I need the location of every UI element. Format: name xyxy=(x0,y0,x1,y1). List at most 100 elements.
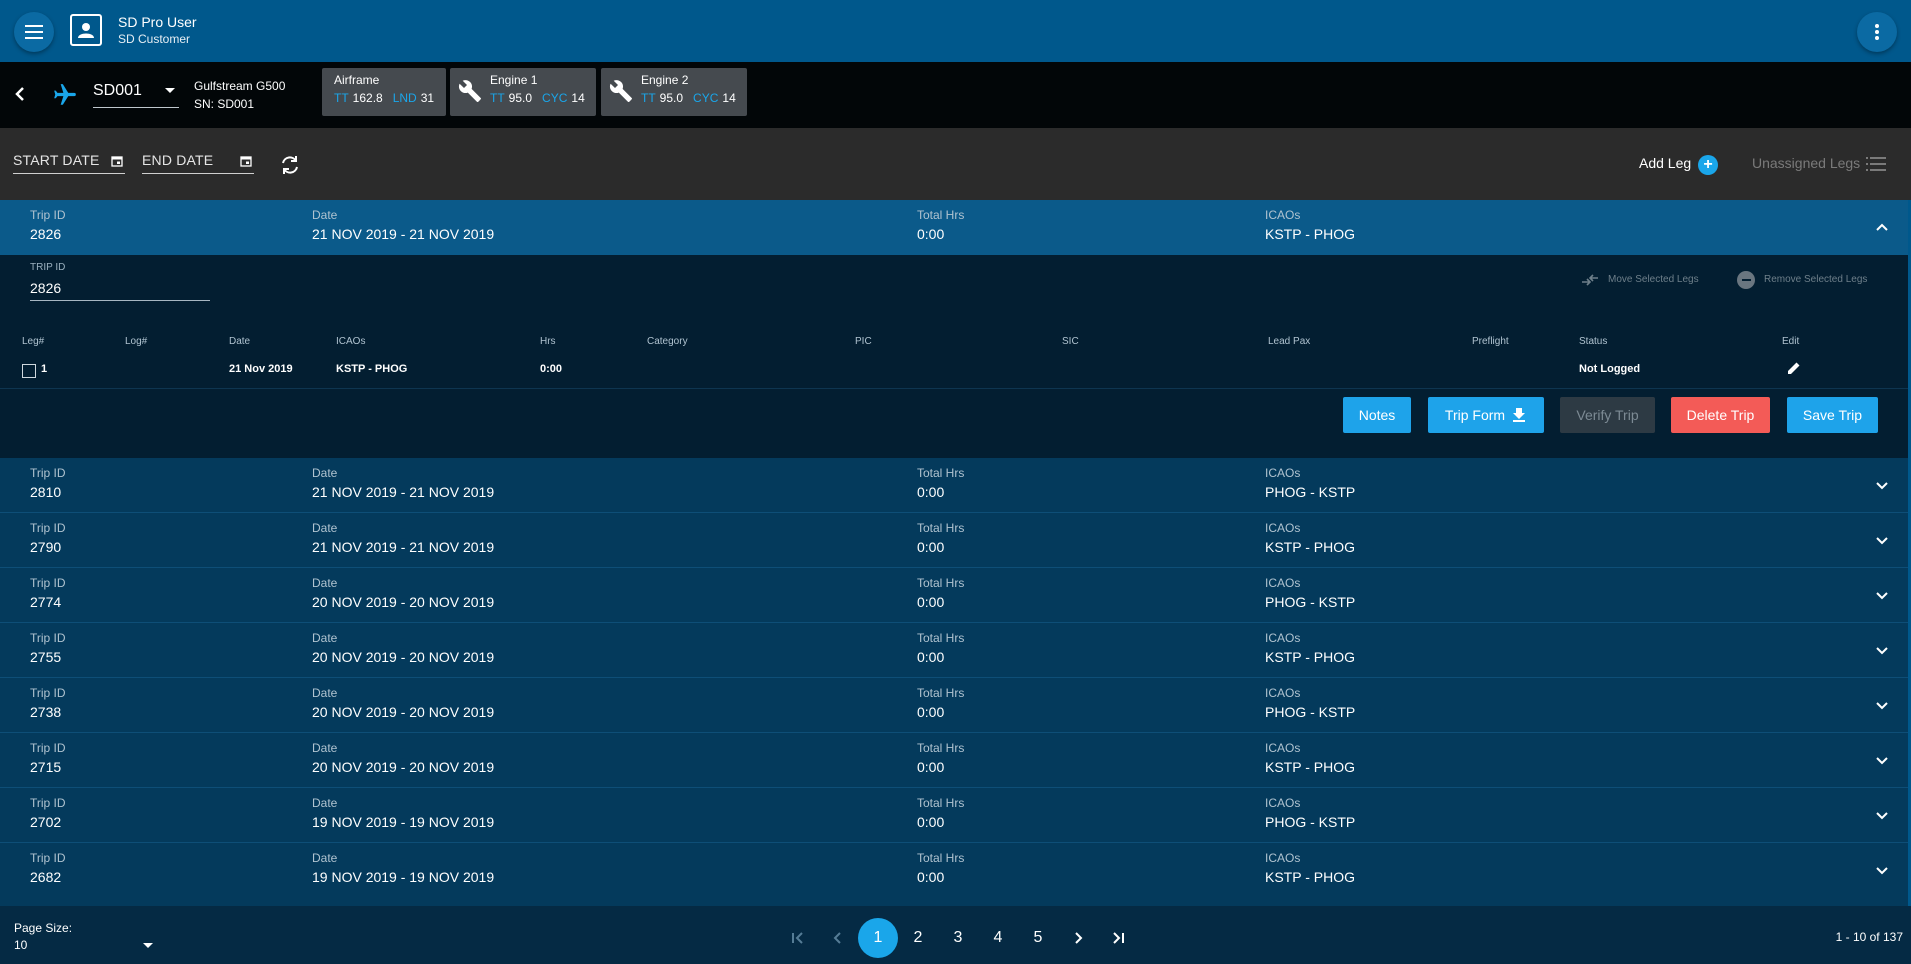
trip-id-label: Trip ID xyxy=(30,741,66,755)
chevron-down-icon[interactable] xyxy=(1875,533,1889,547)
airframe-lnd: 31 xyxy=(420,91,435,105)
page-range: 1 - 10 of 137 xyxy=(1835,930,1903,944)
trip-row[interactable]: Trip ID 2810 Date 21 NOV 2019 - 21 NOV 2… xyxy=(0,458,1911,513)
engine2-cyc: 14 xyxy=(722,91,736,105)
icaos-label: ICAOs xyxy=(1265,576,1301,590)
leg-number: 1 xyxy=(41,363,48,375)
end-date-field[interactable]: END DATE xyxy=(142,152,254,174)
trip-date: 20 NOV 2019 - 20 NOV 2019 xyxy=(312,649,495,665)
list-icon[interactable] xyxy=(1866,156,1886,172)
back-icon[interactable] xyxy=(10,84,30,104)
move-selected-legs-button[interactable]: Move Selected Legs xyxy=(1608,274,1699,285)
page-button[interactable]: 4 xyxy=(985,926,1011,950)
trip-row[interactable]: Trip ID 2715 Date 20 NOV 2019 - 20 NOV 2… xyxy=(0,733,1911,788)
app-bar xyxy=(0,0,1911,62)
date-label: Date xyxy=(312,851,338,865)
trip-date: 21 NOV 2019 - 21 NOV 2019 xyxy=(312,484,495,500)
remove-selected-legs-button[interactable]: Remove Selected Legs xyxy=(1764,274,1867,285)
chevron-up-icon[interactable] xyxy=(1875,220,1889,234)
start-date-field[interactable]: START DATE xyxy=(13,152,125,174)
edit-icon[interactable] xyxy=(1786,360,1802,376)
remove-circle-icon[interactable] xyxy=(1737,271,1755,289)
engine2-card[interactable]: Engine 2 TT 95.0 CYC 14 xyxy=(601,68,747,116)
aircraft-serial: SN: SD001 xyxy=(194,97,255,111)
total-hrs-label: Total Hrs xyxy=(917,796,965,810)
trip-date: 19 NOV 2019 - 19 NOV 2019 xyxy=(312,814,495,830)
page-button-active[interactable]: 1 xyxy=(858,918,898,958)
log-header: Log# xyxy=(125,336,148,347)
chevron-down-icon[interactable] xyxy=(1875,643,1889,657)
chevron-down-icon[interactable] xyxy=(1875,478,1889,492)
more-vert-icon xyxy=(1875,24,1879,40)
airframe-tt: 162.8 xyxy=(352,91,383,105)
icaos-label: ICAOs xyxy=(1265,796,1301,810)
trip-id-input[interactable]: 2826 xyxy=(30,277,210,301)
page-button[interactable]: 2 xyxy=(905,926,931,950)
trip-id: 2715 xyxy=(30,759,62,775)
refresh-icon[interactable] xyxy=(278,153,302,177)
trip-id: 2826 xyxy=(30,226,62,242)
trip-hrs: 0:00 xyxy=(917,594,945,610)
delete-label: Delete Trip xyxy=(1686,407,1755,423)
delete-trip-button[interactable]: Delete Trip xyxy=(1671,397,1770,433)
chevron-down-icon[interactable] xyxy=(1875,863,1889,877)
chevron-down-icon[interactable] xyxy=(1875,753,1889,767)
divider xyxy=(0,388,1911,389)
chevron-down-icon[interactable] xyxy=(1875,698,1889,712)
first-page-icon xyxy=(792,932,803,944)
chevron-down-icon[interactable] xyxy=(1875,808,1889,822)
leg-header: Leg# xyxy=(22,336,45,347)
trip-row[interactable]: Trip ID 2755 Date 20 NOV 2019 - 20 NOV 2… xyxy=(0,623,1911,678)
trip-hrs: 0:00 xyxy=(917,649,945,665)
trip-icaos: KSTP - PHOG xyxy=(1265,869,1355,885)
trip-row[interactable]: Trip ID 2738 Date 20 NOV 2019 - 20 NOV 2… xyxy=(0,678,1911,733)
trip-icaos: PHOG - KSTP xyxy=(1265,704,1356,720)
trip-row[interactable]: Trip ID 2774 Date 20 NOV 2019 - 20 NOV 2… xyxy=(0,568,1911,623)
leg-checkbox[interactable] xyxy=(22,364,36,378)
trip-row[interactable]: Trip ID 2790 Date 21 NOV 2019 - 21 NOV 2… xyxy=(0,513,1911,568)
page-size-select[interactable]: 10 xyxy=(14,938,154,956)
engine1-card[interactable]: Engine 1 TT 95.0 CYC 14 xyxy=(450,68,596,116)
user-avatar[interactable] xyxy=(70,14,102,46)
trip-row[interactable]: Trip ID 2826 Date 21 NOV 2019 - 21 NOV 2… xyxy=(0,200,1911,255)
calendar-icon[interactable] xyxy=(111,155,123,167)
aircraft-model: Gulfstream G500 xyxy=(194,79,286,93)
trip-date: 21 NOV 2019 - 21 NOV 2019 xyxy=(312,539,495,555)
notes-button[interactable]: Notes xyxy=(1343,397,1411,433)
trip-row[interactable]: Trip ID 2702 Date 19 NOV 2019 - 19 NOV 2… xyxy=(0,788,1911,843)
notes-label: Notes xyxy=(1358,407,1396,423)
icaos-label: ICAOs xyxy=(1265,851,1301,865)
trip-date: 20 NOV 2019 - 20 NOV 2019 xyxy=(312,594,495,610)
total-hrs-label: Total Hrs xyxy=(917,521,965,535)
trip-id-label: Trip ID xyxy=(30,686,66,700)
cyc-label: CYC xyxy=(542,91,568,105)
trip-hrs: 0:00 xyxy=(917,869,945,885)
date-label: Date xyxy=(312,466,338,480)
more-button[interactable] xyxy=(1857,12,1897,52)
save-trip-button[interactable]: Save Trip xyxy=(1787,397,1878,433)
verify-trip-button[interactable]: Verify Trip xyxy=(1560,397,1655,433)
airframe-card[interactable]: Airframe TT 162.8 LND 31 xyxy=(322,68,446,116)
last-page-button[interactable] xyxy=(1106,926,1130,950)
prev-page-button[interactable] xyxy=(826,926,850,950)
add-circle-icon[interactable]: + xyxy=(1698,155,1718,175)
page-button[interactable]: 5 xyxy=(1025,926,1051,950)
cyc-label: CYC xyxy=(693,91,719,105)
trip-hrs: 0:00 xyxy=(917,539,945,555)
aircraft-select[interactable]: SD001 xyxy=(93,80,179,108)
move-icon[interactable] xyxy=(1580,273,1600,287)
add-leg-button[interactable]: Add Leg xyxy=(1639,155,1691,171)
first-page-button[interactable] xyxy=(786,926,810,950)
date-header: Date xyxy=(229,336,251,347)
leg-icaos: KSTP - PHOG xyxy=(336,363,408,375)
calendar-icon[interactable] xyxy=(240,155,252,167)
last-page-icon xyxy=(1113,932,1124,944)
chevron-down-icon[interactable] xyxy=(1875,588,1889,602)
menu-button[interactable] xyxy=(14,12,54,52)
page-button[interactable]: 3 xyxy=(945,926,971,950)
trip-form-button[interactable]: Trip Form xyxy=(1428,397,1544,433)
unassigned-legs-button[interactable]: Unassigned Legs xyxy=(1752,155,1860,171)
trip-date: 19 NOV 2019 - 19 NOV 2019 xyxy=(312,869,495,885)
next-page-button[interactable] xyxy=(1066,926,1090,950)
trip-row[interactable]: Trip ID 2682 Date 19 NOV 2019 - 19 NOV 2… xyxy=(0,843,1911,906)
